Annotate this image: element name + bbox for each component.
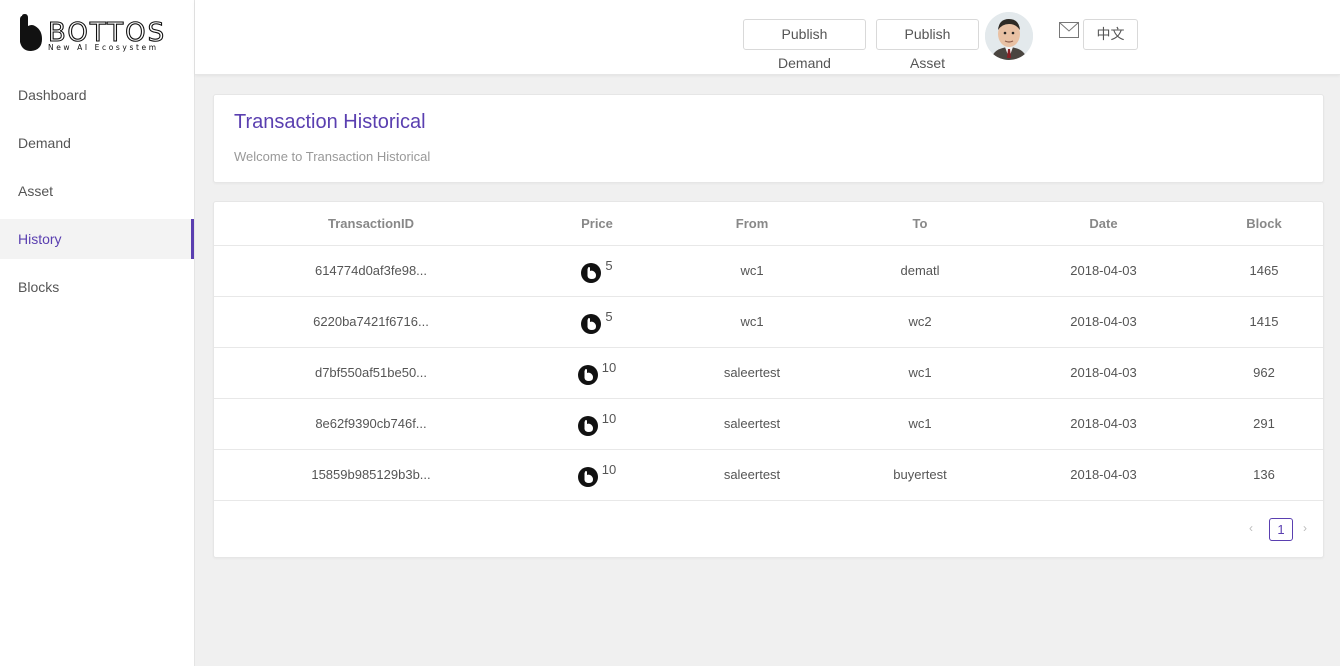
publish-asset-button[interactable]: Publish Asset — [876, 19, 979, 71]
date-cell: 2018-04-03 — [1002, 449, 1205, 501]
block-cell[interactable]: 1415 — [1205, 296, 1323, 348]
to-cell: buyertest — [838, 449, 1002, 501]
to-cell: wc2 — [838, 296, 1002, 348]
transaction-table-card: TransactionID Price From To Date Block 6… — [213, 201, 1324, 558]
sidebar-item-demand[interactable]: Demand — [0, 123, 194, 163]
page-title-card: Transaction Historical Welcome to Transa… — [213, 94, 1324, 183]
bto-coin-icon — [581, 262, 602, 283]
transaction-id-cell[interactable]: 8e62f9390cb746f... — [214, 398, 528, 450]
column-header-price[interactable]: Price — [528, 202, 666, 246]
price-value: 10 — [601, 411, 617, 427]
next-page-icon[interactable]: › — [1303, 521, 1307, 535]
from-cell: wc1 — [666, 245, 838, 297]
column-header-block[interactable]: Block — [1205, 202, 1323, 246]
table-row[interactable]: 8e62f9390cb746f... 10 saleertest wc1 2018-04… — [214, 398, 1323, 450]
to-cell: wc1 — [838, 347, 1002, 399]
price-cell: 10 — [528, 347, 666, 399]
page-title: Transaction Historical — [234, 111, 426, 133]
block-cell[interactable]: 1465 — [1205, 245, 1323, 297]
bto-coin-icon — [577, 415, 598, 436]
date-cell: 2018-04-03 — [1002, 347, 1205, 399]
table-body: 614774d0af3fe98... 5 wc1 dematl 2018-04-03 14… — [214, 245, 1323, 501]
transaction-id-cell[interactable]: d7bf550af51be50... — [214, 347, 528, 399]
avatar[interactable] — [985, 12, 1033, 60]
sidebar: BOTTOS New AI Ecosystem Dashboard Demand… — [0, 0, 195, 666]
column-header-transaction-id[interactable]: TransactionID — [214, 202, 528, 246]
column-header-date[interactable]: Date — [1002, 202, 1205, 246]
app-root: BOTTOS New AI Ecosystem Dashboard Demand… — [0, 0, 1340, 666]
transaction-table: TransactionID Price From To Date Block 6… — [214, 202, 1323, 501]
column-header-from[interactable]: From — [666, 202, 838, 246]
block-cell[interactable]: 291 — [1205, 398, 1323, 450]
prev-page-icon[interactable]: ‹ — [1249, 521, 1253, 535]
sidebar-item-history[interactable]: History — [0, 219, 194, 259]
top-header: Publish Demand Publish Asset 中文 — [195, 0, 1340, 75]
page-number-current[interactable]: 1 — [1269, 518, 1293, 541]
brand-tagline: New AI Ecosystem — [48, 43, 159, 52]
price-cell: 10 — [528, 398, 666, 450]
publish-demand-button[interactable]: Publish Demand — [743, 19, 866, 71]
transaction-id-cell[interactable]: 15859b985129b3b... — [214, 449, 528, 501]
price-cell: 10 — [528, 449, 666, 501]
bottos-logo: BOTTOS New AI Ecosystem — [20, 14, 165, 52]
avatar-image — [985, 12, 1033, 60]
from-cell: saleertest — [666, 398, 838, 450]
date-cell: 2018-04-03 — [1002, 245, 1205, 297]
from-cell: saleertest — [666, 347, 838, 399]
price-value: 5 — [605, 258, 613, 274]
to-cell: wc1 — [838, 398, 1002, 450]
to-cell: dematl — [838, 245, 1002, 297]
mail-icon[interactable] — [1059, 22, 1079, 38]
table-header-row: TransactionID Price From To Date Block — [214, 202, 1323, 246]
price-value: 10 — [601, 360, 617, 376]
price-value: 5 — [605, 309, 613, 325]
block-cell[interactable]: 962 — [1205, 347, 1323, 399]
sidebar-menu: Dashboard Demand Asset History Blocks — [0, 75, 194, 315]
column-header-to[interactable]: To — [838, 202, 1002, 246]
sidebar-item-dashboard[interactable]: Dashboard — [0, 75, 194, 115]
date-cell: 2018-04-03 — [1002, 398, 1205, 450]
price-value: 10 — [601, 462, 617, 478]
bto-coin-icon — [577, 364, 598, 385]
sidebar-item-blocks[interactable]: Blocks — [0, 267, 194, 307]
language-button[interactable]: 中文 — [1083, 19, 1138, 50]
table-row[interactable]: 15859b985129b3b... 10 saleertest buyertest 2… — [214, 449, 1323, 501]
date-cell: 2018-04-03 — [1002, 296, 1205, 348]
pagination: ‹ 1 › — [1249, 518, 1313, 541]
table-row[interactable]: 6220ba7421f6716... 5 wc1 wc2 2018-04-03 1415 — [214, 296, 1323, 348]
sidebar-item-asset[interactable]: Asset — [0, 171, 194, 211]
bto-coin-icon — [577, 466, 598, 487]
from-cell: saleertest — [666, 449, 838, 501]
table-row[interactable]: d7bf550af51be50... 10 saleertest wc1 2018-04… — [214, 347, 1323, 399]
price-cell: 5 — [528, 296, 666, 348]
page-subtitle: Welcome to Transaction Historical — [234, 149, 431, 164]
block-cell[interactable]: 136 — [1205, 449, 1323, 501]
bto-coin-icon — [581, 313, 602, 334]
from-cell: wc1 — [666, 296, 838, 348]
price-cell: 5 — [528, 245, 666, 297]
table-row[interactable]: 614774d0af3fe98... 5 wc1 dematl 2018-04-03 14… — [214, 245, 1323, 297]
transaction-id-cell[interactable]: 6220ba7421f6716... — [214, 296, 528, 348]
transaction-id-cell[interactable]: 614774d0af3fe98... — [214, 245, 528, 297]
